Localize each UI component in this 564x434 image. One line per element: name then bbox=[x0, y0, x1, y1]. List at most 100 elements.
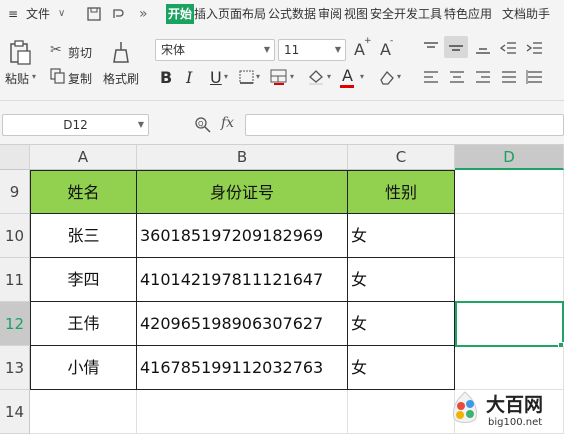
watermark-url: big100.net bbox=[488, 417, 543, 428]
cell-a11[interactable]: 李四 bbox=[30, 258, 137, 302]
column-header-c[interactable]: C bbox=[348, 145, 455, 170]
watermark-logo-icon bbox=[453, 391, 477, 423]
tab-page-layout[interactable]: 页面布局 bbox=[218, 0, 266, 28]
paste-button-label[interactable]: 粘贴 bbox=[5, 70, 29, 87]
tab-developer[interactable]: 开发工具 bbox=[394, 0, 442, 28]
justify-icon[interactable] bbox=[500, 69, 518, 85]
decrease-indent-icon[interactable] bbox=[500, 40, 518, 56]
cell-a9[interactable]: 姓名 bbox=[30, 170, 137, 214]
cell-a10[interactable]: 张三 bbox=[30, 214, 137, 258]
font-color-button[interactable]: A bbox=[342, 66, 353, 85]
cell-b12[interactable]: 420965198906307627 bbox=[137, 302, 348, 346]
watermark: 大百网 big100.net bbox=[444, 386, 564, 434]
tab-doc-assistant[interactable]: 文档助手 bbox=[502, 0, 550, 28]
cell-d11[interactable] bbox=[455, 258, 564, 302]
tab-home[interactable]: 开始 bbox=[166, 4, 195, 24]
tab-formulas[interactable]: 公式 bbox=[268, 0, 292, 28]
row-header-9[interactable]: 9 bbox=[0, 170, 30, 214]
cell-c10[interactable]: 女 bbox=[348, 214, 455, 258]
paste-icon[interactable] bbox=[8, 40, 32, 66]
column-header-d[interactable]: D bbox=[455, 145, 564, 170]
row-header-14[interactable]: 14 bbox=[0, 390, 30, 434]
font-name-select[interactable]: 宋体 ▼ bbox=[155, 39, 275, 61]
format-painter-icon[interactable] bbox=[108, 40, 134, 66]
clear-format-icon[interactable] bbox=[378, 68, 396, 86]
insert-function-button[interactable]: fx bbox=[221, 115, 234, 131]
copy-icon[interactable] bbox=[50, 68, 66, 84]
cell-b14[interactable] bbox=[137, 390, 348, 434]
watermark-brand: 大百网 bbox=[486, 394, 544, 416]
menu-icon[interactable]: ≡ bbox=[8, 0, 18, 28]
cell-d10[interactable] bbox=[455, 214, 564, 258]
align-top-icon[interactable] bbox=[422, 40, 440, 56]
cell-d12-selected[interactable] bbox=[455, 301, 564, 347]
row-header-11[interactable]: 11 bbox=[0, 258, 30, 302]
cell-d13[interactable] bbox=[455, 346, 564, 390]
merge-cells-icon[interactable] bbox=[270, 68, 288, 86]
cell-b11[interactable]: 410142197811121647 bbox=[137, 258, 348, 302]
increase-indent-icon[interactable] bbox=[526, 40, 544, 56]
zoom-search-icon[interactable]: Q bbox=[194, 116, 212, 134]
undo-icon[interactable] bbox=[110, 6, 126, 22]
cell-a12[interactable]: 王伟 bbox=[30, 302, 137, 346]
format-painter-button[interactable]: 格式刷 bbox=[103, 70, 139, 87]
cell-d9[interactable] bbox=[455, 170, 564, 214]
distributed-align-icon[interactable] bbox=[526, 69, 544, 85]
borders-dropdown-icon[interactable]: ▾ bbox=[256, 72, 260, 81]
tab-review[interactable]: 审阅 bbox=[318, 0, 342, 28]
font-size-select[interactable]: 11 ▼ bbox=[278, 39, 346, 61]
row-header-12[interactable]: 12 bbox=[0, 302, 30, 346]
cell-c11[interactable]: 女 bbox=[348, 258, 455, 302]
column-header-a[interactable]: A bbox=[30, 145, 137, 170]
row-header-13[interactable]: 13 bbox=[0, 346, 30, 390]
font-color-dropdown-icon[interactable]: ▾ bbox=[360, 72, 364, 81]
tab-features[interactable]: 特色应用 bbox=[444, 0, 492, 28]
formula-input[interactable] bbox=[245, 114, 564, 136]
fill-color-icon[interactable] bbox=[306, 68, 326, 86]
tab-data[interactable]: 数据 bbox=[292, 0, 316, 28]
align-center-icon[interactable] bbox=[448, 69, 466, 85]
cell-c14[interactable] bbox=[348, 390, 455, 434]
select-all-corner[interactable] bbox=[0, 145, 30, 170]
cell-c12[interactable]: 女 bbox=[348, 302, 455, 346]
cell-b10[interactable]: 360185197209182969 bbox=[137, 214, 348, 258]
align-bottom-icon[interactable] bbox=[474, 40, 492, 56]
copy-button[interactable]: 复制 bbox=[68, 70, 92, 87]
bold-button[interactable]: B bbox=[160, 68, 172, 87]
cut-icon[interactable]: ✂ bbox=[50, 42, 62, 58]
name-box[interactable]: D12 ▼ bbox=[2, 114, 149, 136]
align-left-icon[interactable] bbox=[422, 69, 440, 85]
cell-b9[interactable]: 身份证号 bbox=[137, 170, 348, 214]
cut-button[interactable]: 剪切 bbox=[68, 44, 92, 61]
paste-dropdown-icon[interactable]: ▾ bbox=[32, 72, 36, 81]
font-size-value: 11 bbox=[284, 43, 300, 57]
file-menu-dropdown-icon[interactable]: ∨ bbox=[58, 0, 65, 28]
save-icon[interactable] bbox=[86, 6, 102, 22]
row-header-10[interactable]: 10 bbox=[0, 214, 30, 258]
underline-dropdown-icon[interactable]: ▾ bbox=[224, 72, 228, 81]
merge-dropdown-icon[interactable]: ▾ bbox=[290, 72, 294, 81]
borders-icon[interactable] bbox=[238, 69, 256, 85]
italic-button[interactable]: I bbox=[186, 68, 192, 87]
tab-security[interactable]: 安全 bbox=[370, 0, 394, 28]
font-name-dropdown-icon: ▼ bbox=[263, 45, 270, 54]
align-right-icon[interactable] bbox=[474, 69, 492, 85]
grow-font-plus-icon: + bbox=[364, 36, 372, 46]
cell-b13[interactable]: 416785199112032763 bbox=[137, 346, 348, 390]
font-name-value: 宋体 bbox=[161, 43, 186, 57]
clear-dropdown-icon[interactable]: ▾ bbox=[397, 72, 401, 81]
name-box-value: D12 bbox=[63, 118, 88, 132]
tab-view[interactable]: 视图 bbox=[344, 0, 368, 28]
cell-c13[interactable]: 女 bbox=[348, 346, 455, 390]
cell-c9[interactable]: 性别 bbox=[348, 170, 455, 214]
underline-button[interactable]: U bbox=[210, 68, 222, 87]
svg-text:Q: Q bbox=[198, 120, 204, 128]
font-size-dropdown-icon: ▼ bbox=[334, 45, 341, 54]
column-header-b[interactable]: B bbox=[137, 145, 348, 170]
tab-insert[interactable]: 插入 bbox=[194, 0, 218, 28]
cell-a13[interactable]: 小倩 bbox=[30, 346, 137, 390]
cell-a14[interactable] bbox=[30, 390, 137, 434]
file-menu[interactable]: 文件 bbox=[26, 0, 50, 28]
more-menus-icon[interactable]: » bbox=[139, 0, 148, 28]
fill-color-dropdown-icon[interactable]: ▾ bbox=[327, 72, 331, 81]
